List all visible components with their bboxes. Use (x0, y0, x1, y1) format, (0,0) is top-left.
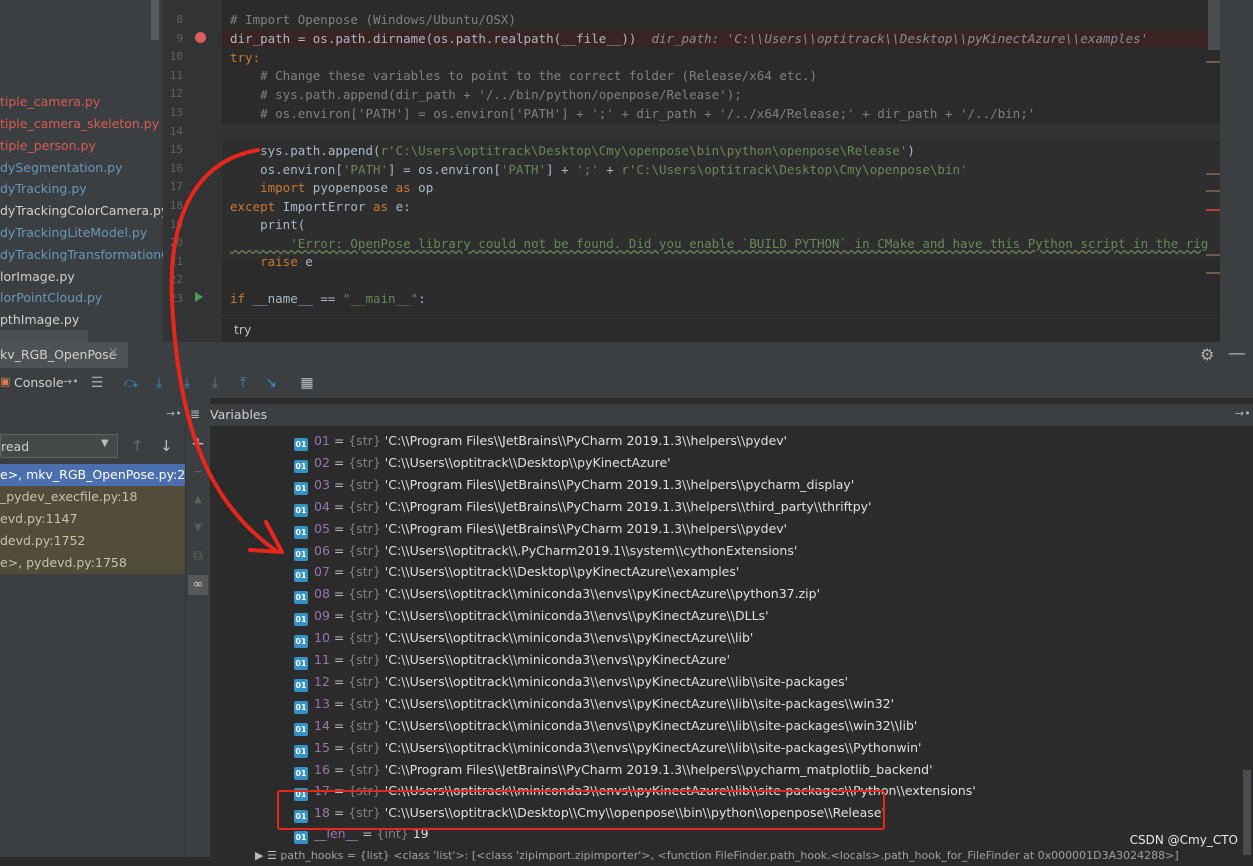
annotation-highlight-box (277, 790, 885, 830)
watermark: CSDN @Cmy_CTO (1129, 833, 1238, 847)
annotation-arrow-curve (169, 148, 277, 552)
annotation-arrow-overlay (169, 148, 284, 554)
annotation-arrow-head (248, 520, 284, 554)
